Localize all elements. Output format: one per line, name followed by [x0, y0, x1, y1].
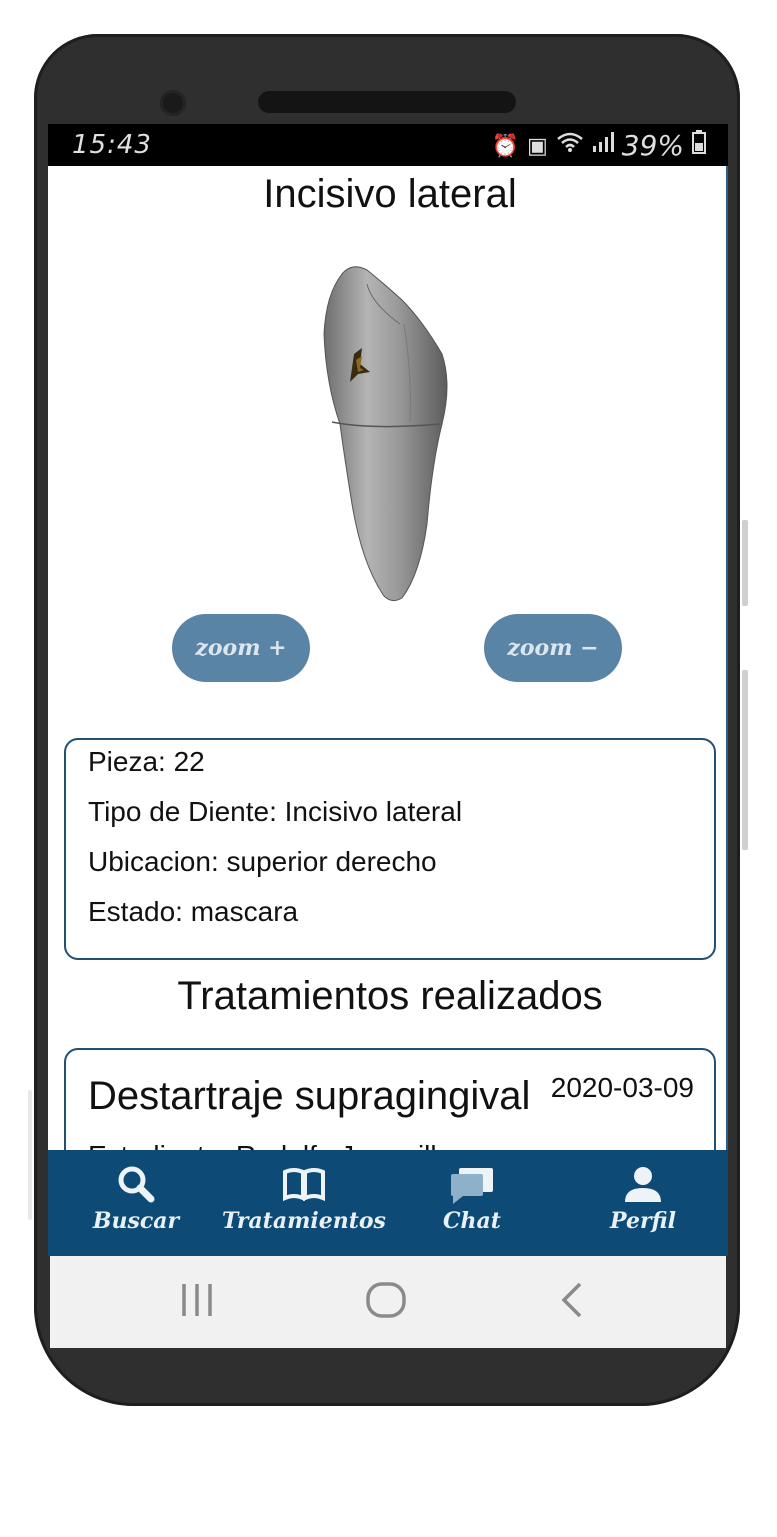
phone-side-button: [742, 520, 748, 606]
home-icon[interactable]: [364, 1280, 408, 1320]
info-ubicacion: Ubicacion: superior derecho: [88, 846, 437, 877]
recent-apps-icon[interactable]: [180, 1280, 216, 1320]
battery-percent: 39%: [621, 128, 684, 162]
nav-item-chat[interactable]: Chat: [422, 1150, 522, 1256]
nav-label-tratamientos: Tratamientos: [222, 1208, 386, 1234]
nav-label-perfil: Perfil: [610, 1208, 676, 1234]
nav-label-chat: Chat: [443, 1208, 501, 1234]
camera: [160, 90, 186, 116]
phone-side-button: [742, 670, 748, 850]
nav-item-tratamientos[interactable]: Tratamientos: [220, 1150, 388, 1256]
photo-icon: ▣: [526, 132, 548, 158]
signal-icon: [592, 131, 614, 160]
tooth-3d-model[interactable]: [312, 264, 472, 604]
person-icon: [625, 1167, 661, 1202]
speaker: [258, 91, 516, 113]
search-icon: [118, 1166, 155, 1203]
treatment-name: Destartraje supragingival: [88, 1074, 531, 1118]
treatment-student: Estudiante: Rodolfo Jaramillo: [88, 1140, 452, 1150]
status-time: 15:43: [72, 130, 152, 160]
info-estado: Estado: mascara: [88, 896, 299, 927]
nav-item-buscar[interactable]: Buscar: [76, 1150, 196, 1256]
zoom-in-button[interactable]: zoom +: [172, 614, 310, 682]
book-icon: [283, 1168, 325, 1202]
battery-icon: [692, 130, 706, 161]
zoom-out-button[interactable]: zoom −: [484, 614, 622, 682]
wifi-icon: [556, 131, 584, 160]
status-bar: 15:43 ⏰ ▣ 39%: [48, 124, 728, 166]
chat-icon: [451, 1168, 493, 1204]
treatment-card[interactable]: Destartraje supragingival 2020-03-09 Est…: [64, 1048, 716, 1150]
treatment-date: 2020-03-09: [550, 1072, 694, 1103]
phone-side-button: [28, 1090, 32, 1220]
system-nav-bar: [50, 1256, 726, 1348]
app-screen: Incisivo lateral zoom + zoom − Pieza: 22…: [48, 166, 728, 1150]
nav-label-buscar: Buscar: [92, 1208, 180, 1234]
page-title: Incisivo lateral: [263, 172, 517, 216]
info-pieza: Pieza: 22: [88, 746, 205, 777]
nav-item-perfil[interactable]: Perfil: [588, 1150, 698, 1256]
treatments-title: Tratamientos realizados: [177, 974, 603, 1018]
back-icon[interactable]: [556, 1280, 588, 1320]
info-tipo: Tipo de Diente: Incisivo lateral: [88, 796, 463, 827]
tooth-info-card: Pieza: 22 Tipo de Diente: Incisivo later…: [64, 738, 716, 960]
status-icons: ⏰ ▣ 39%: [492, 130, 706, 161]
alarm-icon: ⏰: [491, 132, 519, 158]
bottom-nav: Buscar Tratamientos Chat Perfil: [48, 1150, 728, 1256]
